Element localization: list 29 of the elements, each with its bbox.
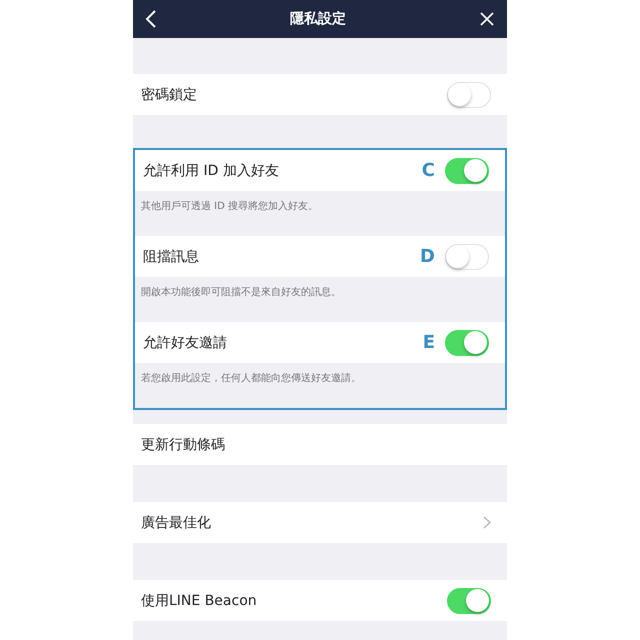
settings-row[interactable]: 使用LINE Beacon (133, 580, 507, 621)
settings-row[interactable]: 更新行動條碼 (133, 424, 507, 465)
toggle-switch[interactable] (447, 82, 491, 108)
setting-label: 廣告最佳化 (141, 514, 212, 532)
settings-row[interactable]: 允許好友邀請 E (135, 322, 505, 363)
toggle-switch[interactable] (447, 588, 491, 614)
annotation-letter: C (422, 160, 435, 181)
annotation-letter: E (422, 332, 435, 353)
setting-label: 密碼鎖定 (141, 86, 198, 104)
setting-label: 允許利用 ID 加入好友 (143, 162, 280, 180)
settings-row[interactable]: 廣告最佳化 (133, 502, 507, 543)
setting-description: 若您啟用此設定，任何人都能向您傳送好友邀請。 (140, 372, 362, 386)
settings-row[interactable]: 阻擋訊息 D (135, 236, 505, 277)
back-icon[interactable] (145, 9, 157, 29)
setting-description: 開啟本功能後即可阻擋不是來自好友的訊息。 (140, 286, 342, 300)
chevron-right-icon (483, 516, 491, 529)
toggle-switch[interactable] (445, 330, 489, 356)
close-icon[interactable] (479, 11, 495, 27)
setting-description: 其他用戶可透過 ID 搜尋將您加入好友。 (140, 200, 320, 214)
setting-label: 阻擋訊息 (143, 248, 200, 266)
screen-title: 隱私設定 (290, 10, 346, 28)
setting-label: 使用LINE Beacon (141, 592, 258, 610)
setting-label: 更新行動條碼 (141, 436, 226, 454)
setting-label: 允許好友邀請 (143, 334, 228, 352)
toggle-switch[interactable] (445, 158, 489, 184)
settings-row[interactable]: 允許利用 ID 加入好友 C (135, 150, 505, 191)
toggle-switch[interactable] (445, 244, 489, 270)
annotation-letter: D (420, 246, 435, 267)
settings-row[interactable]: 密碼鎖定 (133, 74, 507, 115)
